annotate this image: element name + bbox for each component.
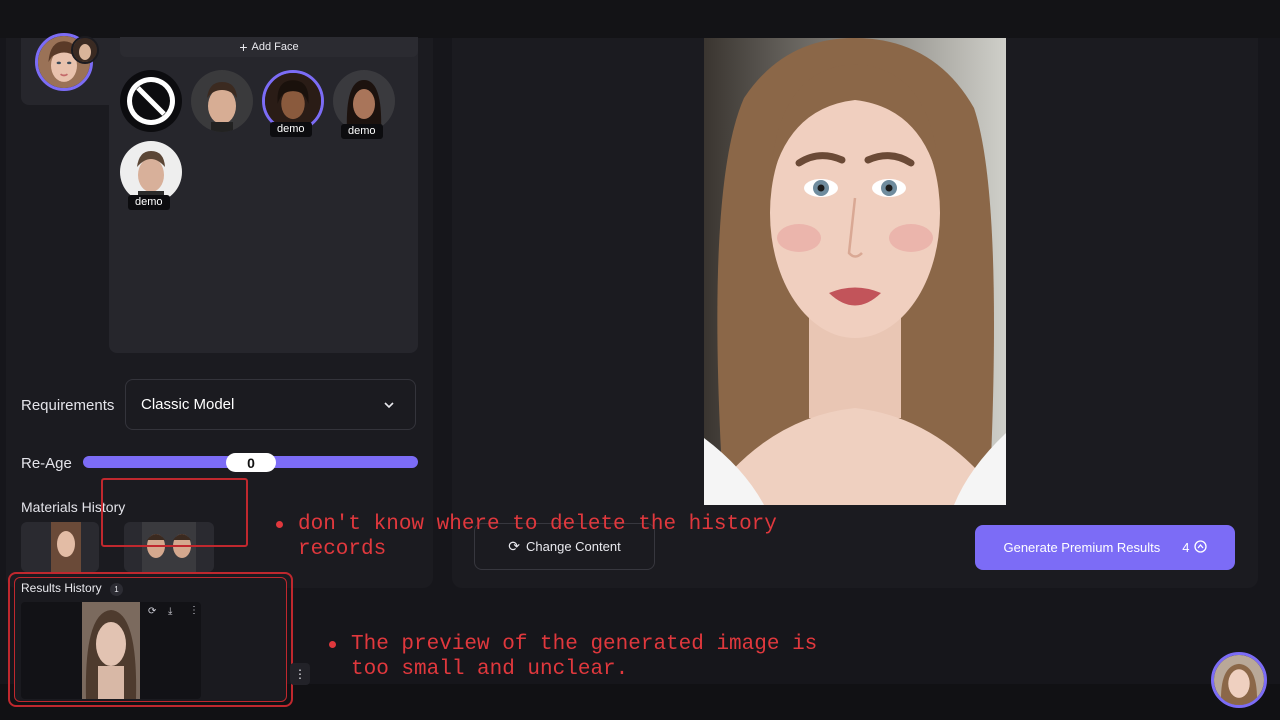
more-vertical-icon[interactable]: ⋮ (290, 663, 310, 685)
materials-history-item[interactable] (21, 522, 99, 572)
refresh-icon[interactable]: ⟳ (148, 606, 156, 617)
results-history-title: Results History (21, 581, 102, 595)
demo-tag: demo (341, 124, 383, 139)
demo-tag: demo (270, 122, 312, 137)
top-bar (0, 0, 1280, 38)
generated-preview-image (704, 38, 1006, 505)
face-option-male-1[interactable] (191, 70, 253, 132)
requirements-label: Requirements (21, 397, 115, 414)
add-face-button[interactable]: + Add Face (120, 37, 418, 57)
re-age-slider-thumb[interactable]: 0 (226, 453, 276, 472)
credit-cost: 4 (1182, 539, 1207, 556)
generate-premium-results-button[interactable]: Generate Premium Results 4 (975, 525, 1235, 570)
source-face-mini-avatar (71, 36, 99, 64)
more-vertical-icon[interactable]: ⋮ (189, 605, 199, 616)
annotation-note-history: don't know where to delete the history r… (276, 512, 777, 562)
user-avatar[interactable] (1211, 652, 1267, 708)
re-age-label: Re-Age (21, 455, 72, 472)
bullet-dot (329, 641, 336, 648)
no-face-option[interactable] (120, 70, 182, 132)
results-count-badge: 1 (110, 583, 123, 596)
annotation-highlight-box (101, 478, 248, 547)
demo-tag: demo (128, 195, 170, 210)
face-option-demo-2[interactable] (333, 70, 395, 132)
no-symbol-icon (127, 77, 175, 125)
result-thumbnail[interactable] (21, 602, 201, 699)
plus-icon: + (239, 39, 248, 55)
credit-coin-icon (1193, 539, 1207, 556)
requirements-select[interactable]: Classic Model (125, 379, 416, 430)
chevron-down-icon (383, 396, 395, 413)
download-icon[interactable]: ⤓ (168, 606, 172, 617)
face-option-demo-3[interactable] (120, 141, 182, 203)
bullet-dot (276, 521, 283, 528)
annotation-note-preview: The preview of the generated image is to… (329, 632, 817, 682)
requirements-selected-value: Classic Model (141, 396, 235, 413)
